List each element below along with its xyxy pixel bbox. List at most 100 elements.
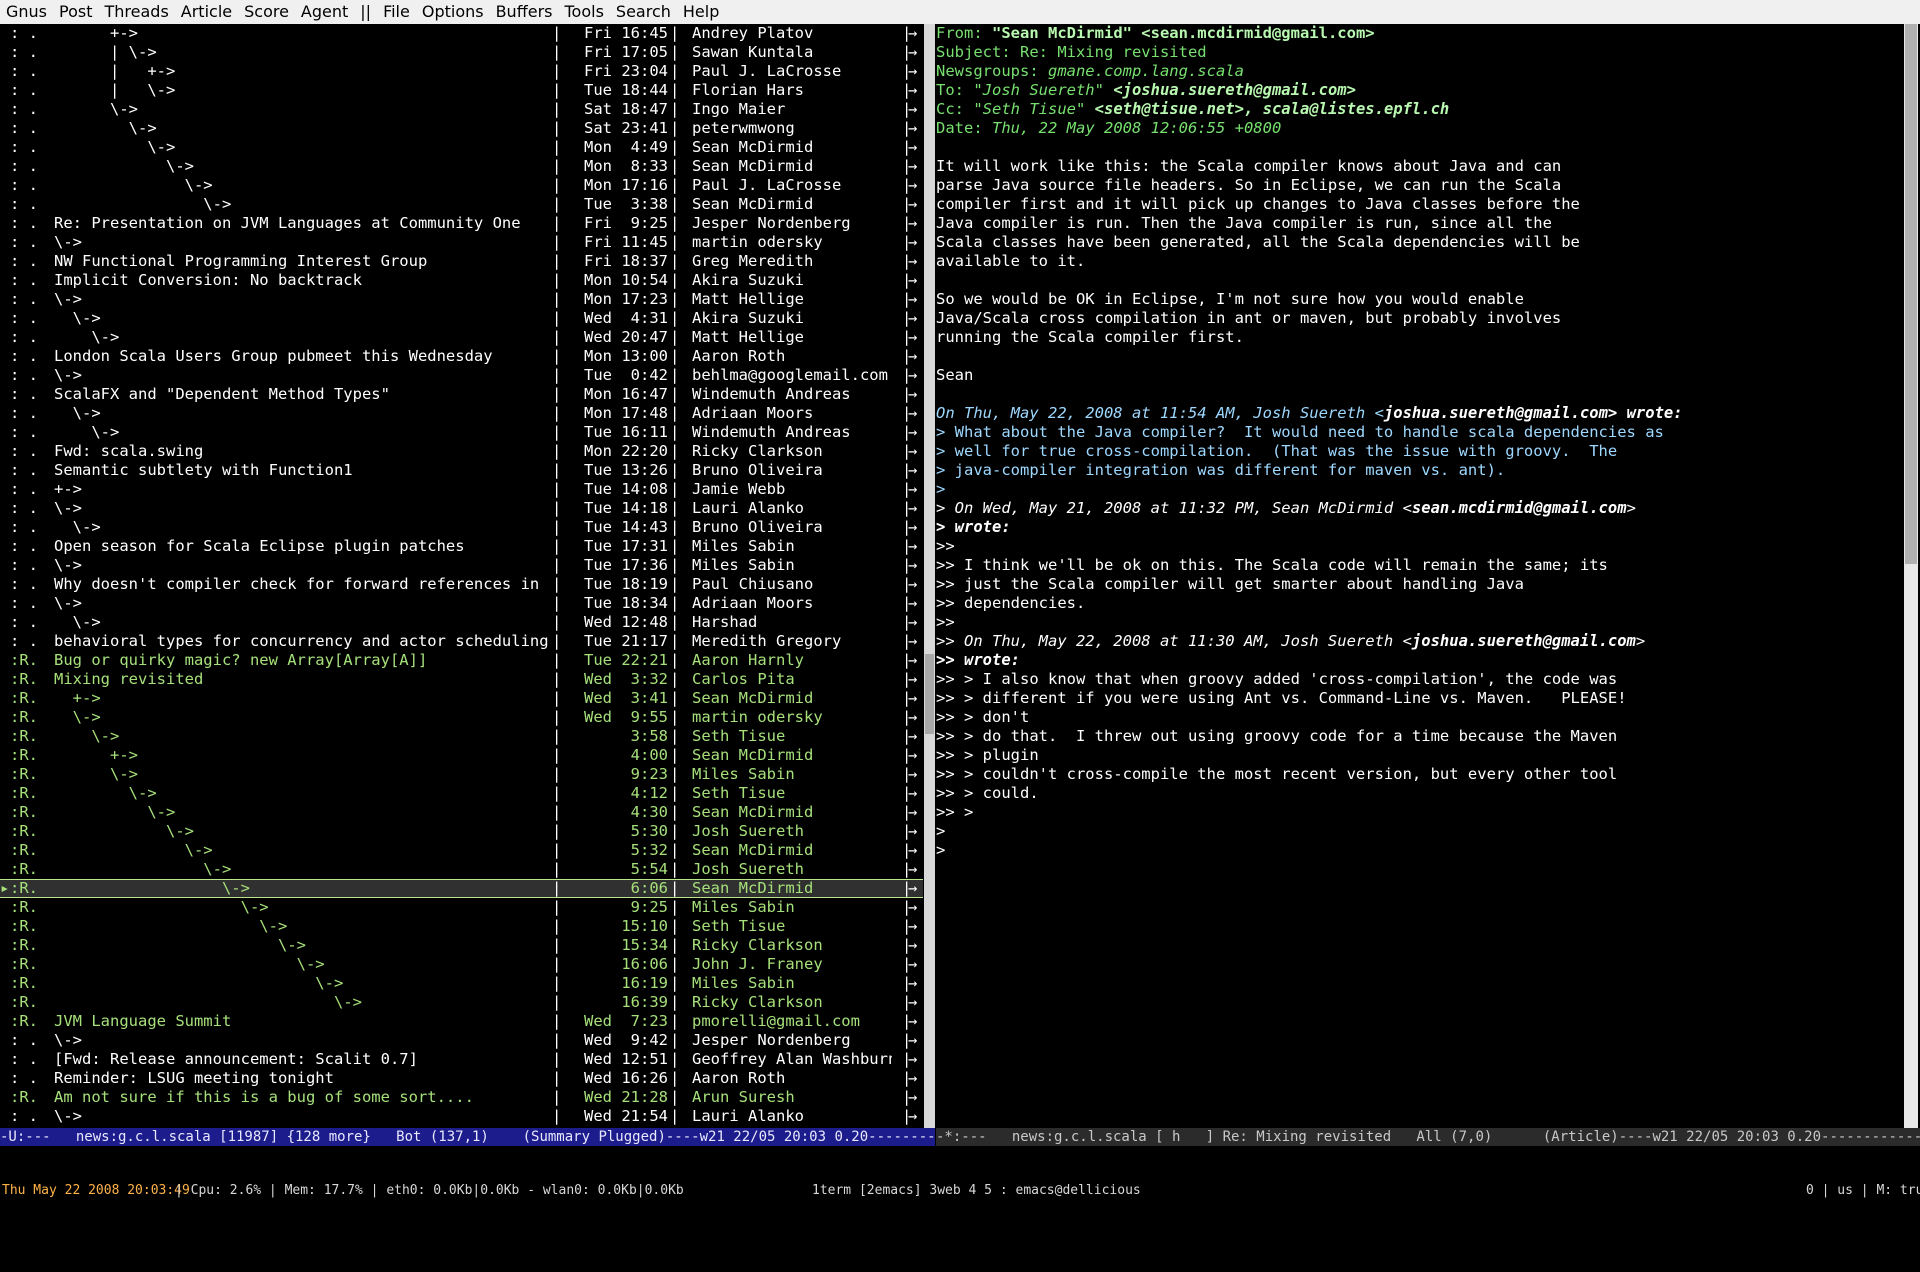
summary-line[interactable]: :R. Mixing revisited | Wed 3:32 | Carlos Pita… xyxy=(0,670,923,689)
summary-line[interactable]: : . \-> | Mon 4:49 | Sean McDirmid | → xyxy=(0,138,923,157)
summary-line[interactable]: :R. \-> | 16:39 | Ricky Clarkson | → xyxy=(0,993,923,1012)
summary-line[interactable]: : . +-> | Fri 16:45 | Andrey Platov | → xyxy=(0,24,923,43)
summary-line[interactable]: : . \-> | Mon 17:16 | Paul J. LaCrosse | → xyxy=(0,176,923,195)
truncation-arrow-icon: → xyxy=(908,632,918,650)
column-separator: | xyxy=(552,271,562,289)
summary-line[interactable]: :R. Am not sure if this is a bug of some … xyxy=(0,1088,923,1107)
article-line: So we would be OK in Eclipse, I'm not su… xyxy=(936,290,1524,308)
summary-line[interactable]: : . \-> | Tue 14:43 | Bruno Oliveira | → xyxy=(0,518,923,537)
truncation-arrow-icon: → xyxy=(908,556,918,574)
summary-scrollbar[interactable] xyxy=(924,24,935,1128)
summary-mark: : . xyxy=(10,499,38,517)
summary-line[interactable]: :R. JVM Language Summit | Wed 7:23 | pmorelli… xyxy=(0,1012,923,1031)
summary-line[interactable]: :R. \-> | 9:23 | Miles Sabin | → xyxy=(0,765,923,784)
summary-mark: : . xyxy=(10,480,38,498)
summary-line[interactable]: : . Why doesn't compiler check for forwar… xyxy=(0,575,923,594)
summary-scrollbar-thumb[interactable] xyxy=(925,654,934,734)
menu-gnus[interactable]: Gnus xyxy=(0,0,53,24)
summary-line[interactable]: :R. \-> | Wed 9:55 | martin odersky | → xyxy=(0,708,923,727)
summary-line[interactable]: : . | +-> | Fri 23:04 | Paul J. LaCrosse | → xyxy=(0,62,923,81)
truncation-arrow-icon: → xyxy=(908,214,918,232)
article-line: >> > don't xyxy=(936,708,1030,726)
summary-line[interactable]: :R. +-> | Wed 3:41 | Sean McDirmid | → xyxy=(0,689,923,708)
summary-line[interactable]: : . \-> | Mon 8:33 | Sean McDirmid | → xyxy=(0,157,923,176)
summary-line[interactable]: : . \-> | Sat 18:47 | Ingo Maier | → xyxy=(0,100,923,119)
summary-line[interactable]: :R. \-> | 3:58 | Seth Tisue | → xyxy=(0,727,923,746)
summary-line[interactable]: :R. \-> | 5:54 | Josh Suereth | → xyxy=(0,860,923,879)
summary-line[interactable]: : . \-> | Tue 3:38 | Sean McDirmid | → xyxy=(0,195,923,214)
summary-line[interactable]: : . Fwd: scala.swing | Mon 22:20 | Ricky Clar… xyxy=(0,442,923,461)
summary-line[interactable]: : . behavioral types for concurrency and … xyxy=(0,632,923,651)
summary-line[interactable]: : . +-> | Tue 14:08 | Jamie Webb | → xyxy=(0,480,923,499)
summary-mark: : . xyxy=(10,461,38,479)
summary-line[interactable]: : . \-> | Wed 9:42 | Jesper Nordenberg | → xyxy=(0,1031,923,1050)
summary-line[interactable]: :R. \-> | 16:19 | Miles Sabin | → xyxy=(0,974,923,993)
summary-line[interactable]: : . | \-> | Fri 17:05 | Sawan Kuntala | → xyxy=(0,43,923,62)
summary-line[interactable]: :R. \-> | 9:25 | Miles Sabin | → xyxy=(0,898,923,917)
menu-file[interactable]: File xyxy=(377,0,416,24)
summary-line[interactable]: : . Semantic subtlety with Function1 | Tue … xyxy=(0,461,923,480)
summary-line[interactable]: : . \-> | Wed 21:54 | Lauri Alanko | → xyxy=(0,1107,923,1126)
summary-line[interactable]: :R. \-> | 4:12 | Seth Tisue | → xyxy=(0,784,923,803)
truncation-arrow-icon: → xyxy=(908,955,918,973)
article-scrollbar[interactable] xyxy=(1904,24,1918,1128)
summary-line[interactable]: : . \-> | Tue 17:36 | Miles Sabin | → xyxy=(0,556,923,575)
summary-mark: :R. xyxy=(10,860,38,878)
subject-line: Subject: Re: Mixing revisited xyxy=(936,43,1207,61)
column-separator: | xyxy=(670,841,680,859)
summary-line[interactable]: : . ScalaFX and "Dependent Method Types" |… xyxy=(0,385,923,404)
summary-line[interactable]: : . \-> | Tue 16:11 | Windemuth Andreas | → xyxy=(0,423,923,442)
menu-article[interactable]: Article xyxy=(175,0,238,24)
summary-line[interactable]: : . \-> | Sat 23:41 | peterwmwong | → xyxy=(0,119,923,138)
summary-line[interactable]: :R. \-> | 16:06 | John J. Franey | → xyxy=(0,955,923,974)
summary-line[interactable]: : . \-> | Tue 0:42 | behlma@googlemail.com | → xyxy=(0,366,923,385)
summary-line[interactable]: : . NW Functional Programming Interest Gr… xyxy=(0,252,923,271)
summary-line[interactable]: :R. +-> | 4:00 | Sean McDirmid | → xyxy=(0,746,923,765)
summary-line[interactable]: : . London Scala Users Group pubmeet this… xyxy=(0,347,923,366)
article-buffer[interactable]: From: "Sean McDirmid" <sean.mcdirmid@gma… xyxy=(936,24,1900,1128)
menu-search[interactable]: Search xyxy=(610,0,677,24)
menu-agent[interactable]: Agent xyxy=(295,0,354,24)
summary-line[interactable]: :R. Bug or quirky magic? new Array[Array[… xyxy=(0,651,923,670)
summary-line[interactable]: : . \-> | Wed 12:48 | Harshad | → xyxy=(0,613,923,632)
summary-line[interactable]: : . | \-> | Tue 18:44 | Florian Hars | → xyxy=(0,81,923,100)
summary-date: Wed 9:42 xyxy=(584,1031,668,1049)
column-separator: | xyxy=(670,632,680,650)
summary-buffer[interactable]: : . +-> | Fri 16:45 | Andrey Platov | →: . | \… xyxy=(0,24,923,1128)
menu-options[interactable]: Options xyxy=(416,0,490,24)
summary-line[interactable]: : . \-> | Tue 14:18 | Lauri Alanko | → xyxy=(0,499,923,518)
column-separator: | xyxy=(552,195,562,213)
minibuffer[interactable] xyxy=(0,1146,1920,1174)
summary-line[interactable]: : . Reminder: LSUG meeting tonight | Wed 16… xyxy=(0,1069,923,1088)
summary-line[interactable]: : . Open season for Scala Eclipse plugin … xyxy=(0,537,923,556)
summary-line[interactable]: : . \-> | Mon 17:23 | Matt Hellige | → xyxy=(0,290,923,309)
menu-post[interactable]: Post xyxy=(53,0,98,24)
summary-line[interactable]: : . Implicit Conversion: No backtrack | Mon… xyxy=(0,271,923,290)
column-separator: | xyxy=(670,328,680,346)
article-scrollbar-thumb[interactable] xyxy=(1905,24,1917,564)
menu-threads[interactable]: Threads xyxy=(99,0,175,24)
summary-line[interactable]: :R. \-> | 15:10 | Seth Tisue | → xyxy=(0,917,923,936)
summary-line[interactable]: : . \-> | Fri 11:45 | martin odersky | → xyxy=(0,233,923,252)
attribution-1-address: joshua.suereth@gmail.com xyxy=(1383,404,1608,422)
summary-line[interactable]: :R. \-> | 15:34 | Ricky Clarkson | → xyxy=(0,936,923,955)
summary-line[interactable]: : . \-> | Wed 4:31 | Akira Suzuki | → xyxy=(0,309,923,328)
summary-line[interactable]: :R. \-> | 4:30 | Sean McDirmid | → xyxy=(0,803,923,822)
summary-line[interactable]: :R. \-> | 5:32 | Sean McDirmid | → xyxy=(0,841,923,860)
column-separator: | xyxy=(670,1031,680,1049)
menu-tools[interactable]: Tools xyxy=(558,0,609,24)
summary-line[interactable]: :R. \-> | 5:30 | Josh Suereth | → xyxy=(0,822,923,841)
menu-help[interactable]: Help xyxy=(677,0,725,24)
summary-line[interactable]: : . [Fwd: Release announcement: Scalit 0.… xyxy=(0,1050,923,1069)
summary-line[interactable]: : . Re: Presentation on JVM Languages at … xyxy=(0,214,923,233)
summary-date: Fri 16:45 xyxy=(584,24,668,42)
menu-buffers[interactable]: Buffers xyxy=(490,0,559,24)
summary-line[interactable]: : . \-> | Mon 17:48 | Adriaan Moors | → xyxy=(0,404,923,423)
menu-score[interactable]: Score xyxy=(238,0,295,24)
summary-subject: \-> xyxy=(54,917,288,935)
summary-line[interactable]: : . \-> | Wed 20:47 | Matt Hellige | → xyxy=(0,328,923,347)
summary-line[interactable]: : . \-> | Tue 18:34 | Adriaan Moors | → xyxy=(0,594,923,613)
summary-date: Wed 21:54 xyxy=(584,1107,668,1125)
summary-line-current[interactable]: :R. \-> | 6:06 | Sean McDirmid | → ▸ xyxy=(0,879,923,898)
summary-author: Sean McDirmid xyxy=(692,195,814,213)
